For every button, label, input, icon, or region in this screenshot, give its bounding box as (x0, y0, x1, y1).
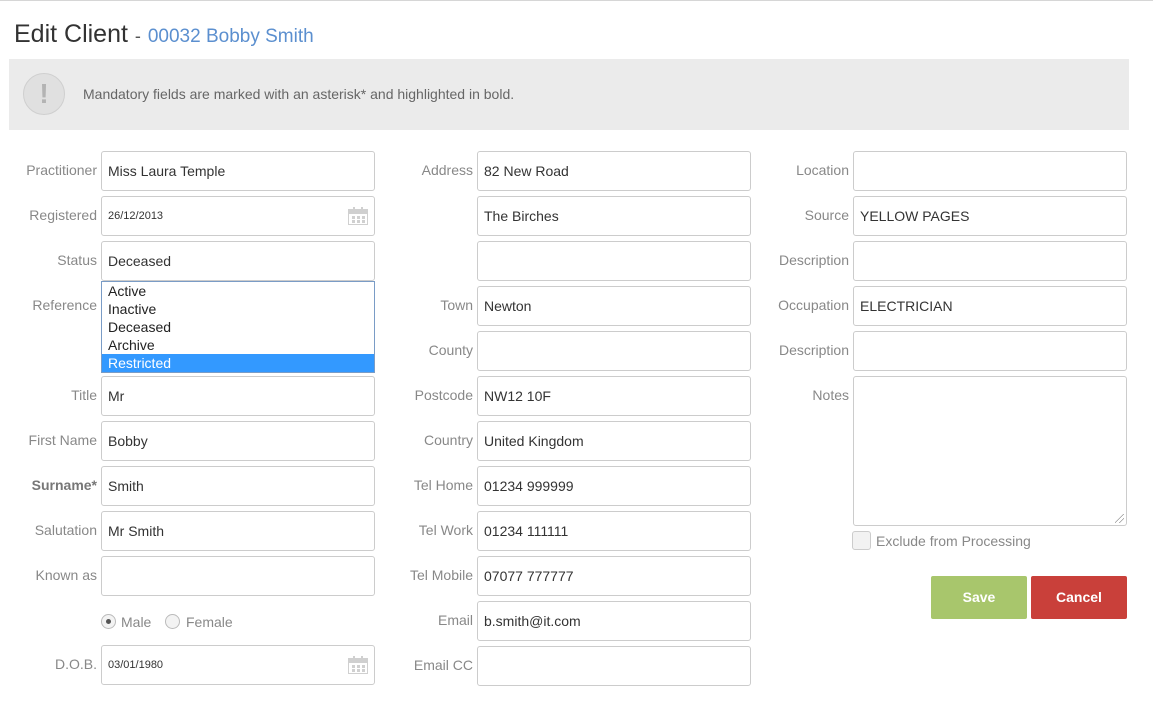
salutation-field[interactable]: Mr Smith (101, 511, 375, 551)
address-line2-field[interactable]: The Birches (477, 196, 751, 236)
status-label: Status (57, 252, 97, 268)
tel-home-label: Tel Home (413, 477, 473, 493)
tel-home-field[interactable]: 01234 999999 (477, 466, 751, 506)
postcode-field[interactable]: NW12 10F (477, 376, 751, 416)
status-option-active[interactable]: Active (102, 282, 374, 300)
status-dropdown-list[interactable]: Active Inactive Deceased Archive Restric… (101, 281, 375, 373)
notice-message: Mandatory fields are marked with an aste… (83, 86, 515, 102)
known-as-field[interactable] (101, 556, 375, 596)
page-title: Edit Client - 00032 Bobby Smith (14, 20, 314, 49)
exclude-processing-checkbox[interactable] (852, 531, 871, 550)
title-label: Title (71, 387, 97, 403)
occupation-description-field[interactable] (853, 331, 1127, 371)
practitioner-label: Practitioner (26, 162, 97, 178)
gender-female-radio[interactable] (165, 614, 180, 629)
known-as-label: Known as (35, 567, 97, 583)
surname-field[interactable]: Smith (101, 466, 375, 506)
occupation-label: Occupation (778, 297, 849, 313)
status-option-deceased[interactable]: Deceased (102, 318, 374, 336)
tel-mobile-label: Tel Mobile (409, 567, 473, 583)
dob-date-field[interactable]: 03/01/1980 (101, 645, 375, 685)
town-field[interactable]: Newton (477, 286, 751, 326)
country-field[interactable]: United Kingdom (477, 421, 751, 461)
registered-date-field[interactable]: 26/12/2013 (101, 196, 375, 236)
email-cc-field[interactable] (477, 646, 751, 686)
postcode-label: Postcode (414, 387, 473, 403)
town-label: Town (440, 297, 473, 313)
dob-label: D.O.B. (54, 656, 97, 672)
top-border (0, 0, 1153, 1)
source-description-label: Description (778, 252, 849, 268)
tel-mobile-field[interactable]: 07077 777777 (477, 556, 751, 596)
tel-work-field[interactable]: 01234 111111 (477, 511, 751, 551)
notes-textarea[interactable] (853, 376, 1127, 526)
title-separator: - (134, 26, 141, 46)
practitioner-field[interactable]: Miss Laura Temple (101, 151, 375, 191)
notes-label: Notes (812, 387, 849, 403)
save-button[interactable]: Save (931, 576, 1027, 619)
title-field[interactable]: Mr (101, 376, 375, 416)
status-option-inactive[interactable]: Inactive (102, 300, 374, 318)
surname-label: Surname* (31, 477, 97, 493)
resize-grip-icon[interactable] (1115, 514, 1124, 523)
occupation-description-label: Description (778, 342, 849, 358)
status-option-archive[interactable]: Archive (102, 336, 374, 354)
address-line1-field[interactable]: 82 New Road (477, 151, 751, 191)
email-cc-label: Email CC (413, 657, 473, 673)
exclamation-icon: ! (23, 73, 65, 115)
location-field[interactable] (853, 151, 1127, 191)
source-label: Source (804, 207, 849, 223)
first-name-label: First Name (28, 432, 97, 448)
dob-date-value: 03/01/1980 (108, 659, 164, 671)
email-label: Email (437, 612, 473, 628)
status-select[interactable]: Deceased (101, 241, 375, 281)
cancel-button[interactable]: Cancel (1031, 576, 1127, 619)
gender-female-label: Female (186, 614, 233, 630)
exclude-processing-label: Exclude from Processing (876, 533, 1031, 549)
mandatory-notice: ! Mandatory fields are marked with an as… (9, 59, 1129, 130)
calendar-icon[interactable] (348, 656, 368, 674)
client-reference: 00032 Bobby Smith (147, 26, 314, 47)
salutation-label: Salutation (34, 522, 97, 538)
gender-male-radio[interactable] (101, 614, 116, 629)
occupation-field[interactable]: ELECTRICIAN (853, 286, 1127, 326)
location-label: Location (796, 162, 849, 178)
first-name-field[interactable]: Bobby (101, 421, 375, 461)
county-field[interactable] (477, 331, 751, 371)
registered-label: Registered (29, 207, 97, 223)
tel-work-label: Tel Work (418, 522, 473, 538)
status-option-restricted[interactable]: Restricted (102, 354, 374, 372)
page-title-text: Edit Client (14, 20, 128, 48)
email-field[interactable]: b.smith@it.com (477, 601, 751, 641)
reference-label: Reference (32, 297, 97, 313)
calendar-icon[interactable] (348, 207, 368, 225)
address-line3-field[interactable] (477, 241, 751, 281)
country-label: Country (423, 432, 473, 448)
registered-date-value: 26/12/2013 (108, 210, 164, 222)
source-description-field[interactable] (853, 241, 1127, 281)
county-label: County (428, 342, 473, 358)
source-field[interactable]: YELLOW PAGES (853, 196, 1127, 236)
gender-male-label: Male (121, 614, 152, 630)
address-label: Address (421, 162, 473, 178)
